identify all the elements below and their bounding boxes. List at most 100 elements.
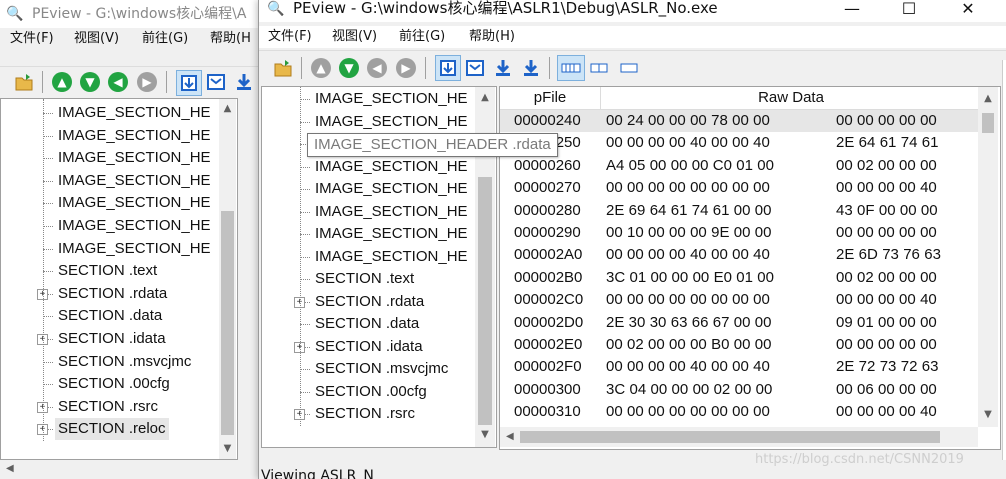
hex-bytes[interactable]: 00 06 00 00 00: [836, 379, 937, 401]
back-title-bar[interactable]: 🔍 PEview - G:\windows核心编程\A: [0, 0, 260, 28]
view-byte-icon[interactable]: [557, 55, 585, 81]
scroll-thumb[interactable]: [221, 211, 234, 435]
tree-item[interactable]: IMAGE_SECTION_HE: [58, 215, 211, 237]
view-section-icon[interactable]: [234, 72, 254, 92]
tree-item[interactable]: SECTION .msvcjmc: [315, 358, 448, 380]
minimize-button[interactable]: —: [829, 0, 875, 24]
hex-offset[interactable]: 00000260: [514, 155, 581, 177]
scroll-thumb[interactable]: [982, 113, 994, 133]
tree-item[interactable]: SECTION .text: [58, 260, 157, 282]
hex-bytes[interactable]: 00 00 00 00 00: [836, 222, 937, 244]
tree-item[interactable]: SECTION .data: [315, 313, 419, 335]
tree-item[interactable]: IMAGE_SECTION_HE: [58, 170, 211, 192]
tree-item[interactable]: SECTION .text: [315, 268, 414, 290]
menu-file[interactable]: 文件(F): [10, 28, 54, 50]
hex-offset[interactable]: 00000270: [514, 177, 581, 199]
scroll-up-arrow[interactable]: ▲: [978, 93, 998, 104]
hex-vertical-scrollbar[interactable]: ▲ ▼: [978, 87, 998, 427]
hex-offset[interactable]: 00000310: [514, 401, 581, 423]
tree-item[interactable]: IMAGE_SECTION_HE: [58, 192, 211, 214]
hex-bytes[interactable]: 3C 04 00 00 00 02 00 00: [606, 379, 772, 401]
hex-bytes[interactable]: 00 00 00 00 00 00 00 00: [606, 401, 770, 423]
tree-item[interactable]: IMAGE_SECTION_HE: [58, 238, 211, 260]
scroll-thumb[interactable]: [478, 177, 492, 425]
tree-item[interactable]: SECTION .rdata: [58, 283, 167, 305]
tree-item[interactable]: SECTION .msvcjmc: [58, 351, 191, 373]
scroll-left-arrow[interactable]: ◀: [506, 431, 514, 442]
hex-offset[interactable]: 000002B0: [514, 267, 582, 289]
view-header-icon[interactable]: [206, 72, 226, 92]
tree-item[interactable]: SECTION .data: [58, 305, 162, 327]
hex-offset[interactable]: 000002F0: [514, 356, 582, 378]
hex-bytes[interactable]: 00 00 00 00 40: [836, 289, 937, 311]
hex-offset[interactable]: 00000240: [514, 110, 581, 132]
tree-item[interactable]: SECTION .rdata: [315, 291, 424, 313]
close-button[interactable]: ✕: [945, 0, 991, 24]
hex-bytes[interactable]: 43 0F 00 00 00: [836, 200, 938, 222]
go-up-icon[interactable]: ▲: [52, 72, 72, 92]
tree-item[interactable]: IMAGE_SECTION_HE: [315, 223, 468, 245]
tree-item[interactable]: SECTION .rsrc: [315, 403, 415, 425]
tree-item[interactable]: IMAGE_SECTION_HE: [315, 246, 468, 268]
horizontal-scroll-thumb[interactable]: [520, 431, 940, 443]
hex-bytes[interactable]: 3C 01 00 00 00 E0 01 00: [606, 267, 774, 289]
hex-bytes[interactable]: 00 24 00 00 00 78 00 00: [606, 110, 770, 132]
menu-view[interactable]: 视图(V): [74, 28, 119, 50]
menu-help[interactable]: 帮助(H): [469, 26, 515, 48]
go-back-icon[interactable]: ◀: [367, 58, 387, 78]
hex-bytes[interactable]: 00 02 00 00 00: [836, 267, 937, 289]
hex-header-data[interactable]: Raw Data: [601, 87, 981, 110]
hex-bytes[interactable]: 00 00 00 00 40 00 00 40: [606, 356, 770, 378]
view-data-icon[interactable]: [435, 55, 461, 81]
hex-bytes[interactable]: 00 00 00 00 00: [836, 110, 937, 132]
hex-bytes[interactable]: 00 00 00 00 40: [836, 401, 937, 423]
tree-item[interactable]: IMAGE_SECTION_HE: [315, 201, 468, 223]
go-back-icon[interactable]: ◀: [108, 72, 128, 92]
view-section-icon[interactable]: [493, 58, 513, 78]
tree-item[interactable]: IMAGE_SECTION_HE: [315, 88, 468, 110]
tree-item[interactable]: SECTION .reloc: [55, 418, 169, 441]
view-data-icon[interactable]: [176, 70, 202, 96]
scroll-left-arrow[interactable]: ◀: [6, 463, 14, 474]
hex-offset[interactable]: 000002D0: [514, 312, 583, 334]
open-folder-icon[interactable]: [14, 72, 34, 92]
hex-bytes[interactable]: 00 00 00 00 00: [836, 334, 937, 356]
tree-item[interactable]: SECTION .idata: [315, 336, 423, 358]
tree-item[interactable]: IMAGE_SECTION_HE: [58, 147, 211, 169]
view-import-icon[interactable]: [521, 58, 541, 78]
open-folder-icon[interactable]: [273, 58, 293, 78]
hex-bytes[interactable]: 2E 64 61 74 61: [836, 132, 938, 154]
hex-bytes[interactable]: 2E 69 64 61 74 61 00 00: [606, 200, 771, 222]
go-forward-icon[interactable]: ▶: [396, 58, 416, 78]
go-up-icon[interactable]: ▲: [311, 58, 331, 78]
tree-item[interactable]: SECTION .00cfg: [58, 373, 170, 395]
hex-offset[interactable]: 00000280: [514, 200, 581, 222]
hex-offset[interactable]: 000002E0: [514, 334, 582, 356]
hex-offset[interactable]: 000002A0: [514, 244, 582, 266]
tree-item[interactable]: IMAGE_SECTION_HE: [315, 111, 468, 133]
front-title-bar[interactable]: 🔍 PEview - G:\windows核心编程\ASLR1\Debug\AS…: [259, 0, 1006, 22]
go-down-icon[interactable]: ▼: [80, 72, 100, 92]
tree-item[interactable]: SECTION .00cfg: [315, 381, 427, 403]
tree-item[interactable]: IMAGE_SECTION_HE: [58, 102, 211, 124]
hex-bytes[interactable]: 2E 6D 73 76 63: [836, 244, 941, 266]
menu-go[interactable]: 前往(G): [142, 28, 188, 50]
hex-bytes[interactable]: 2E 72 73 72 63: [836, 356, 938, 378]
hex-bytes[interactable]: 00 00 00 00 40 00 00 40: [606, 244, 770, 266]
tree-item[interactable]: SECTION .idata: [58, 328, 166, 350]
scroll-down-arrow[interactable]: ▼: [219, 443, 236, 454]
tree-item[interactable]: IMAGE_SECTION_HE: [315, 178, 468, 200]
hex-bytes[interactable]: 00 00 00 00 00 00 00 00: [606, 177, 770, 199]
back-tree-view[interactable]: IMAGE_SECTION_HE IMAGE_SECTION_HE IMAGE_SE…: [0, 98, 238, 460]
hex-header-offset[interactable]: pFile: [500, 87, 601, 110]
hex-offset[interactable]: 00000290: [514, 222, 581, 244]
hex-bytes[interactable]: 09 01 00 00 00: [836, 312, 937, 334]
hex-bytes[interactable]: 00 02 00 00 00: [836, 155, 937, 177]
hex-bytes[interactable]: 00 02 00 00 00 B0 00 00: [606, 334, 771, 356]
maximize-button[interactable]: ☐: [886, 0, 932, 24]
menu-file[interactable]: 文件(F): [268, 26, 312, 48]
scroll-up-arrow[interactable]: ▲: [219, 103, 236, 114]
view-dword-icon[interactable]: [619, 58, 639, 78]
back-tree-scrollbar[interactable]: ▲ ▼: [219, 99, 236, 459]
go-forward-icon[interactable]: ▶: [137, 72, 157, 92]
